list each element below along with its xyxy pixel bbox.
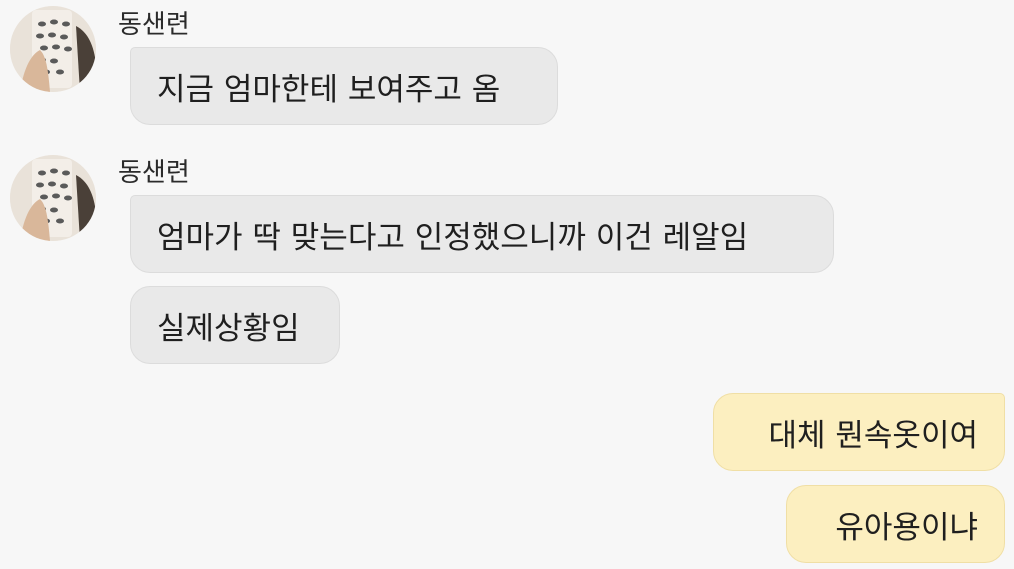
sender-name: 동샌련 (118, 158, 190, 188)
my-message-bubble[interactable]: 대체 뭔속옷이여 (713, 393, 1005, 471)
profile-photo-icon (10, 6, 96, 92)
message-bubble[interactable]: 실제상황임 (130, 286, 340, 364)
message-bubble[interactable]: 엄마가 딱 맞는다고 인정했으니까 이건 레알임 (130, 195, 834, 273)
profile-photo-icon (10, 155, 96, 241)
sender-avatar[interactable] (10, 155, 96, 241)
sender-avatar[interactable] (10, 6, 96, 92)
my-message-bubble[interactable]: 유아용이냐 (786, 485, 1005, 563)
message-bubble[interactable]: 지금 엄마한테 보여주고 옴 (130, 47, 558, 125)
sender-name: 동샌련 (118, 10, 190, 40)
